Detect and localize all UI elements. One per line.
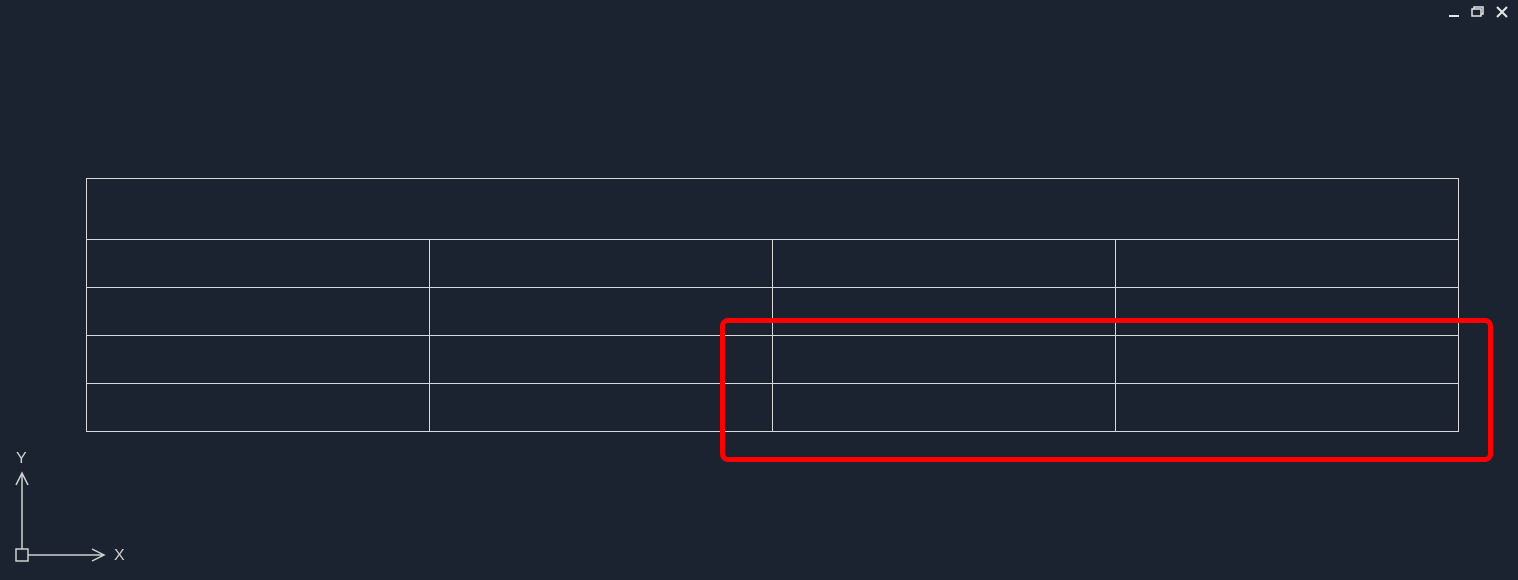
drawn-table-object[interactable] (86, 178, 1459, 432)
table-cell[interactable] (773, 288, 1116, 336)
table-cell[interactable] (430, 336, 773, 384)
ucs-x-label: X (114, 547, 125, 564)
table-cell[interactable] (773, 384, 1116, 432)
table-row[interactable] (87, 240, 1459, 288)
table-cell[interactable] (87, 288, 430, 336)
ucs-y-label: Y (16, 450, 27, 467)
table-cell[interactable] (87, 240, 430, 288)
table-cell[interactable] (773, 336, 1116, 384)
table-title-row[interactable] (87, 179, 1459, 240)
table-cell[interactable] (87, 384, 430, 432)
table-row[interactable] (87, 384, 1459, 432)
table-cell[interactable] (430, 288, 773, 336)
ucs-icon[interactable]: Y X (10, 435, 140, 570)
table-cell[interactable] (773, 240, 1116, 288)
table-row[interactable] (87, 336, 1459, 384)
table-title-cell[interactable] (87, 179, 1459, 240)
table-cell[interactable] (1116, 240, 1459, 288)
drawing-canvas[interactable]: Y X (0, 0, 1518, 580)
table-row[interactable] (87, 288, 1459, 336)
table-cell[interactable] (1116, 288, 1459, 336)
table-cell[interactable] (1116, 336, 1459, 384)
table-cell[interactable] (1116, 384, 1459, 432)
table-cell[interactable] (430, 384, 773, 432)
ucs-origin-icon (16, 549, 28, 561)
table-cell[interactable] (430, 240, 773, 288)
table-cell[interactable] (87, 336, 430, 384)
